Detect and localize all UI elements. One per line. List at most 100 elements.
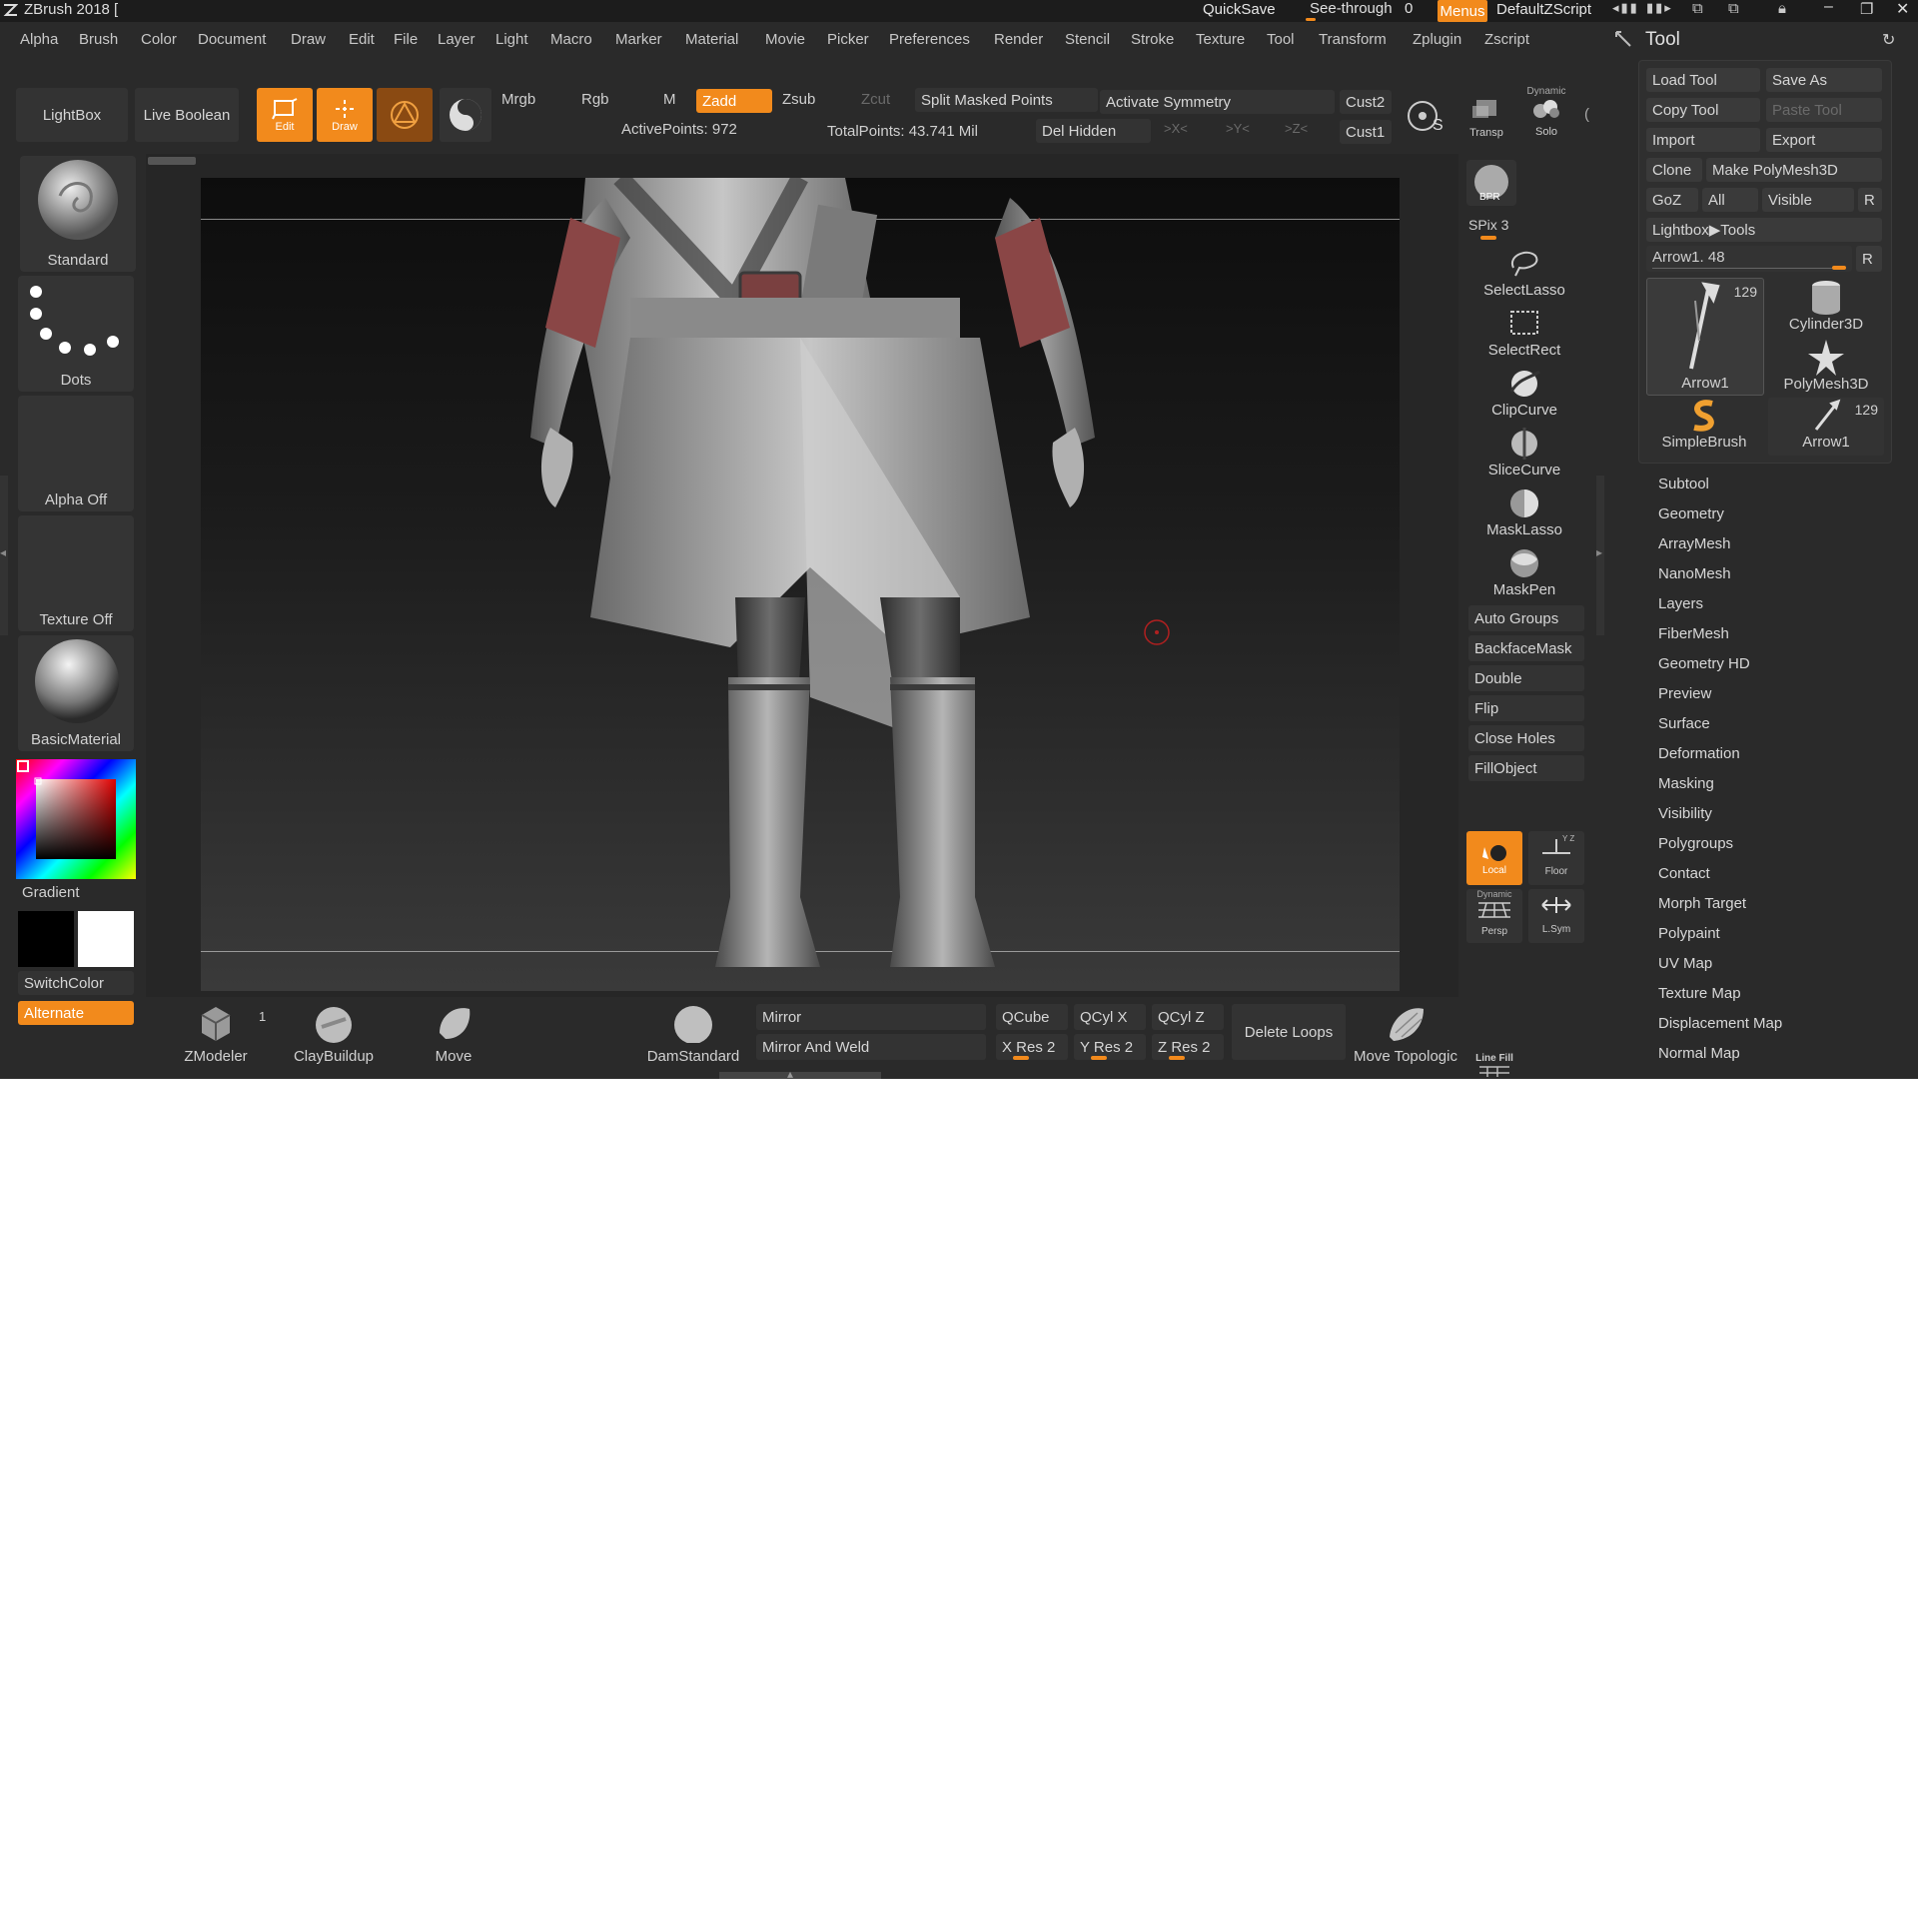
subpalette-layers[interactable]: Layers	[1658, 595, 1703, 612]
menu-brush[interactable]: Brush	[79, 31, 118, 48]
mirror-button[interactable]: Mirror	[756, 1004, 986, 1030]
goz-r-button[interactable]: R	[1858, 188, 1882, 212]
goz-visible-button[interactable]: Visible	[1762, 188, 1854, 212]
subpalette-nanomesh[interactable]: NanoMesh	[1658, 565, 1731, 582]
load-tool-button[interactable]: Load Tool	[1646, 68, 1760, 92]
subpalette-preview[interactable]: Preview	[1658, 685, 1711, 702]
draw-mode-button[interactable]: Draw	[317, 88, 373, 142]
lightbox-button[interactable]: LightBox	[16, 88, 128, 142]
subpalette-arraymesh[interactable]: ArrayMesh	[1658, 535, 1731, 552]
z-res-slider[interactable]: Z Res 2	[1152, 1034, 1224, 1060]
delete-loops-button[interactable]: Delete Loops	[1232, 1004, 1346, 1060]
x-symmetry-button[interactable]: >X<	[1164, 121, 1188, 136]
canvas-scroll-handle[interactable]	[148, 157, 196, 165]
menu-file[interactable]: File	[394, 31, 418, 48]
del-hidden-button[interactable]: Del Hidden	[1036, 119, 1151, 143]
menu-light[interactable]: Light	[495, 31, 528, 48]
tool-thumb-arrow1-secondary[interactable]: 129 Arrow1	[1768, 398, 1884, 456]
zcut-button[interactable]: Zcut	[861, 91, 890, 108]
alternate-button[interactable]: Alternate	[18, 1001, 134, 1025]
layout-swap-icon[interactable]: ⧉	[1692, 0, 1703, 17]
menu-stencil[interactable]: Stencil	[1065, 31, 1110, 48]
menu-alpha[interactable]: Alpha	[20, 31, 58, 48]
m-button[interactable]: M	[663, 91, 676, 108]
goz-all-button[interactable]: All	[1702, 188, 1758, 212]
subpalette-polygroups[interactable]: Polygroups	[1658, 835, 1733, 852]
menu-stroke[interactable]: Stroke	[1131, 31, 1174, 48]
flip-button[interactable]: Flip	[1468, 695, 1584, 721]
maskpen-tool[interactable]: MaskPen	[1464, 545, 1584, 601]
current-tool-slider[interactable]: Arrow1. 48	[1646, 246, 1852, 272]
subpalette-contact[interactable]: Contact	[1658, 865, 1710, 882]
lsym-button[interactable]: L.Sym	[1528, 889, 1584, 943]
minimize-icon[interactable]: –	[1824, 0, 1833, 16]
cust1-button[interactable]: Cust1	[1340, 120, 1392, 144]
menu-zscript[interactable]: Zscript	[1484, 31, 1529, 48]
menu-edit[interactable]: Edit	[349, 31, 375, 48]
subpalette-texture-map[interactable]: Texture Map	[1658, 985, 1741, 1002]
masklasso-tool[interactable]: MaskLasso	[1464, 485, 1584, 541]
subpalette-geometry[interactable]: Geometry	[1658, 505, 1724, 522]
move-brush[interactable]: Move	[412, 1003, 495, 1067]
solo-button[interactable]: Dynamic Solo	[1520, 86, 1572, 142]
palette-reset-icon[interactable]: ↻	[1882, 30, 1895, 50]
tool-thumb-simplebrush[interactable]: SimpleBrush	[1646, 398, 1762, 456]
make-polymesh3d-button[interactable]: Make PolyMesh3D	[1706, 158, 1882, 182]
live-boolean-button[interactable]: Live Boolean	[135, 88, 239, 142]
persp-button[interactable]: Dynamic Persp	[1466, 889, 1522, 943]
y-res-slider[interactable]: Y Res 2	[1074, 1034, 1146, 1060]
export-button[interactable]: Export	[1766, 128, 1882, 152]
cust2-button[interactable]: Cust2	[1340, 90, 1392, 114]
activate-symmetry-button[interactable]: Activate Symmetry	[1100, 90, 1335, 114]
subpalette-subtool[interactable]: Subtool	[1658, 476, 1709, 492]
menus-button[interactable]: Menus	[1438, 0, 1487, 22]
main-color-swatch[interactable]	[18, 911, 74, 967]
restore-icon[interactable]: ❐	[1860, 0, 1873, 18]
zsub-button[interactable]: Zsub	[782, 91, 815, 108]
menu-document[interactable]: Document	[198, 31, 266, 48]
damstandard-brush[interactable]: DamStandard	[643, 1003, 743, 1067]
subpalette-deformation[interactable]: Deformation	[1658, 745, 1740, 762]
menu-transform[interactable]: Transform	[1319, 31, 1387, 48]
tool-thumb-cylinder3d[interactable]: Cylinder3D	[1768, 278, 1884, 336]
menu-tool[interactable]: Tool	[1267, 31, 1295, 48]
zadd-button[interactable]: Zadd	[696, 89, 772, 113]
copy-tool-button[interactable]: Copy Tool	[1646, 98, 1760, 122]
import-button[interactable]: Import	[1646, 128, 1760, 152]
mrgb-button[interactable]: Mrgb	[501, 91, 535, 108]
bottom-tray-handle[interactable]	[719, 1072, 881, 1079]
material-selector[interactable]: BasicMaterial	[18, 635, 134, 751]
qcube-button[interactable]: QCube	[996, 1004, 1068, 1030]
save-as-button[interactable]: Save As	[1766, 68, 1882, 92]
layout-dock-icon[interactable]: ⧉	[1728, 0, 1739, 17]
subpalette-uv-map[interactable]: UV Map	[1658, 955, 1712, 972]
menu-draw[interactable]: Draw	[291, 31, 326, 48]
slicecurve-tool[interactable]: SliceCurve	[1464, 426, 1584, 482]
y-symmetry-button[interactable]: >Y<	[1226, 121, 1250, 136]
subpalette-surface[interactable]: Surface	[1658, 715, 1710, 732]
menu-marker[interactable]: Marker	[615, 31, 662, 48]
rgb-button[interactable]: Rgb	[581, 91, 609, 108]
line-fill-button[interactable]: Line Fill	[1464, 1053, 1524, 1079]
clipcurve-tool[interactable]: ClipCurve	[1464, 366, 1584, 422]
see-through-slider[interactable]: See-through 0	[1302, 0, 1420, 22]
canvas-viewport[interactable]	[201, 178, 1400, 991]
transp-button[interactable]: Transp	[1460, 96, 1512, 142]
selectrect-tool[interactable]: SelectRect	[1464, 306, 1584, 362]
split-masked-points-button[interactable]: Split Masked Points	[915, 88, 1098, 112]
paste-tool-button[interactable]: Paste Tool	[1766, 98, 1882, 122]
subpalette-visibility[interactable]: Visibility	[1658, 805, 1712, 822]
right-tray-arrow-icon[interactable]: ▸	[1596, 545, 1602, 559]
menu-macro[interactable]: Macro	[550, 31, 592, 48]
subpalette-displacement-map[interactable]: Displacement Map	[1658, 1015, 1782, 1032]
move-mode-button[interactable]	[377, 88, 433, 142]
x-res-slider[interactable]: X Res 2	[996, 1034, 1068, 1060]
default-zscript-button[interactable]: DefaultZScript	[1496, 1, 1591, 18]
subpalette-geometry-hd[interactable]: Geometry HD	[1658, 655, 1750, 672]
z-symmetry-button[interactable]: >Z<	[1285, 121, 1308, 136]
layout-right-icon[interactable]: ▮▮▸	[1646, 0, 1673, 16]
move-topological-brush[interactable]: Move Topologic	[1353, 1003, 1458, 1067]
alpha-selector[interactable]: Alpha Off	[18, 396, 134, 511]
selectlasso-tool[interactable]: SelectLasso	[1464, 246, 1584, 302]
gradient-button[interactable]: Gradient	[22, 884, 80, 901]
